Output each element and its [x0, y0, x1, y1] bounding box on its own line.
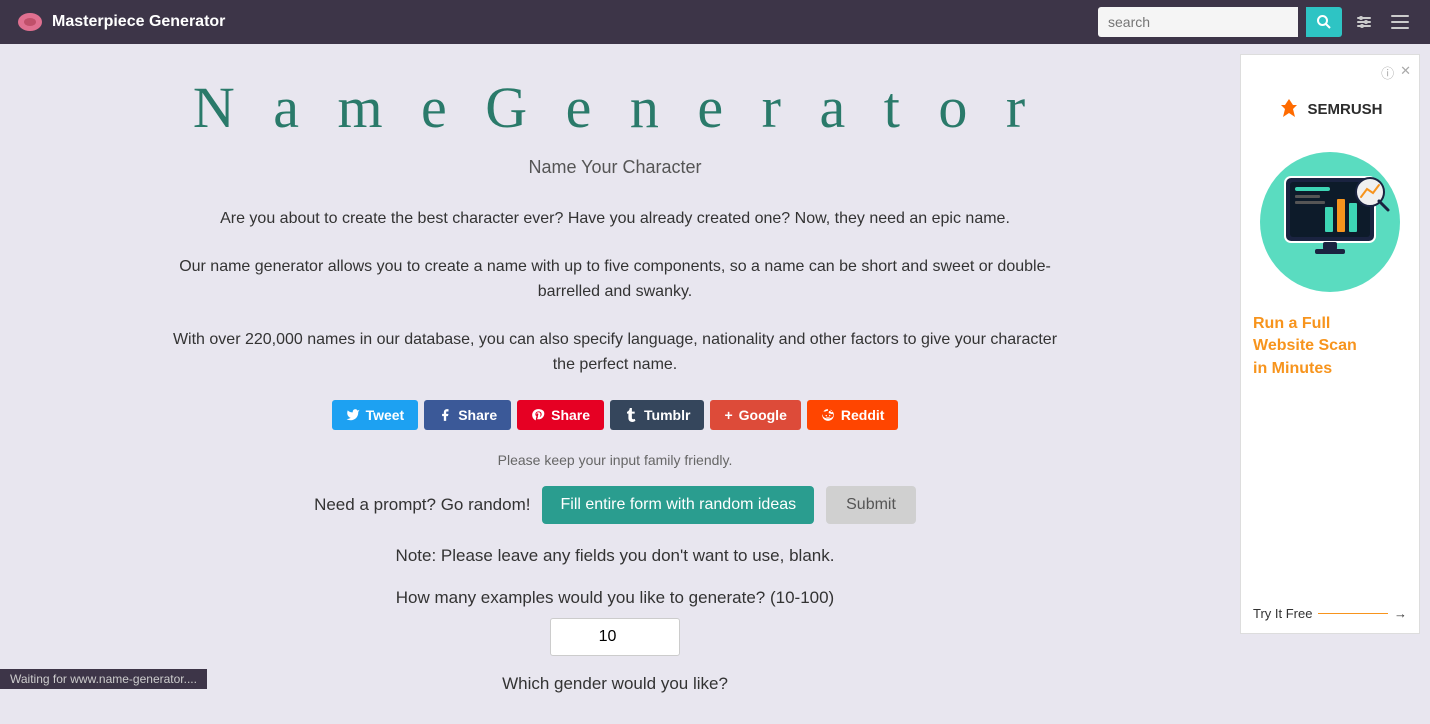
- semrush-rocket-icon: [1277, 97, 1301, 121]
- main-layout: N a m e G e n e r a t o r Name Your Char…: [0, 44, 1430, 724]
- examples-label: How many examples would you like to gene…: [60, 588, 1170, 608]
- share-reddit-button[interactable]: Reddit: [807, 400, 899, 430]
- sidebar: ⓘ ✕ SEMRUSH: [1230, 44, 1430, 724]
- share-pinterest-button[interactable]: Share: [517, 400, 604, 430]
- tumblr-icon: [624, 408, 638, 422]
- hamburger-icon: [1391, 15, 1409, 29]
- ad-cta-text: Try It Free: [1253, 606, 1312, 621]
- share-tumblr-button[interactable]: Tumblr: [610, 400, 704, 430]
- page-title: N a m e G e n e r a t o r: [60, 74, 1170, 141]
- search-input[interactable]: [1098, 7, 1298, 37]
- status-text: Waiting for www.name-generator....: [10, 672, 197, 686]
- content-area: N a m e G e n e r a t o r Name Your Char…: [0, 44, 1230, 724]
- ad-headline-line3: in Minutes: [1253, 360, 1332, 377]
- reddit-icon: [821, 408, 835, 422]
- tweet-button[interactable]: Tweet: [332, 400, 419, 430]
- sliders-button[interactable]: [1350, 8, 1378, 36]
- ad-box: ⓘ ✕ SEMRUSH: [1240, 54, 1420, 634]
- logo-icon: [16, 8, 44, 36]
- ad-top-icons: ⓘ ✕: [1381, 63, 1411, 82]
- gender-hint: Which gender would you like?: [60, 674, 1170, 694]
- ad-info-icon[interactable]: ⓘ: [1381, 63, 1394, 82]
- semrush-brand-name: SEMRUSH: [1307, 101, 1382, 118]
- search-icon: [1316, 14, 1332, 30]
- header: Masterpiece Generator: [0, 0, 1430, 44]
- search-button[interactable]: [1306, 7, 1342, 37]
- header-controls: [1098, 7, 1414, 37]
- prompt-text: Need a prompt? Go random!: [314, 495, 530, 515]
- google-plus-icon: +: [724, 407, 732, 423]
- ad-cta[interactable]: Try It Free →: [1253, 606, 1407, 621]
- sliders-icon: [1355, 13, 1373, 31]
- description-3: With over 220,000 names in our database,…: [165, 327, 1065, 378]
- logo[interactable]: Masterpiece Generator: [16, 8, 225, 36]
- submit-button[interactable]: Submit: [826, 486, 916, 524]
- page-subtitle: Name Your Character: [60, 157, 1170, 178]
- facebook-icon: [438, 408, 452, 422]
- ad-headline-line2: Website Scan: [1253, 337, 1357, 354]
- site-title: Masterpiece Generator: [52, 13, 225, 31]
- note-text: Note: Please leave any fields you don't …: [60, 546, 1170, 566]
- semrush-logo: SEMRUSH: [1277, 97, 1382, 121]
- fill-random-button[interactable]: Fill entire form with random ideas: [542, 486, 814, 524]
- ad-close-icon[interactable]: ✕: [1400, 63, 1411, 82]
- pinterest-icon: [531, 408, 545, 422]
- social-buttons: Tweet Share Share Tumblr: [60, 400, 1170, 430]
- twitter-icon: [346, 408, 360, 422]
- share-facebook-button[interactable]: Share: [424, 400, 511, 430]
- prompt-row: Need a prompt? Go random! Fill entire fo…: [60, 486, 1170, 524]
- examples-section: How many examples would you like to gene…: [60, 588, 1170, 656]
- ad-cta-arrow: →: [1394, 606, 1407, 621]
- description-1: Are you about to create the best charact…: [165, 206, 1065, 232]
- ad-cta-line: [1318, 613, 1388, 614]
- ad-headline-line1: Run a Full: [1253, 315, 1330, 332]
- status-bar: Waiting for www.name-generator....: [0, 669, 207, 689]
- share-google-button[interactable]: + Google: [710, 400, 800, 430]
- ad-illustration: [1255, 137, 1405, 297]
- ad-headline: Run a Full Website Scan in Minutes: [1253, 313, 1407, 380]
- description-2: Our name generator allows you to create …: [165, 254, 1065, 305]
- menu-button[interactable]: [1386, 8, 1414, 36]
- family-friendly-notice: Please keep your input family friendly.: [60, 452, 1170, 468]
- examples-input[interactable]: [550, 618, 680, 656]
